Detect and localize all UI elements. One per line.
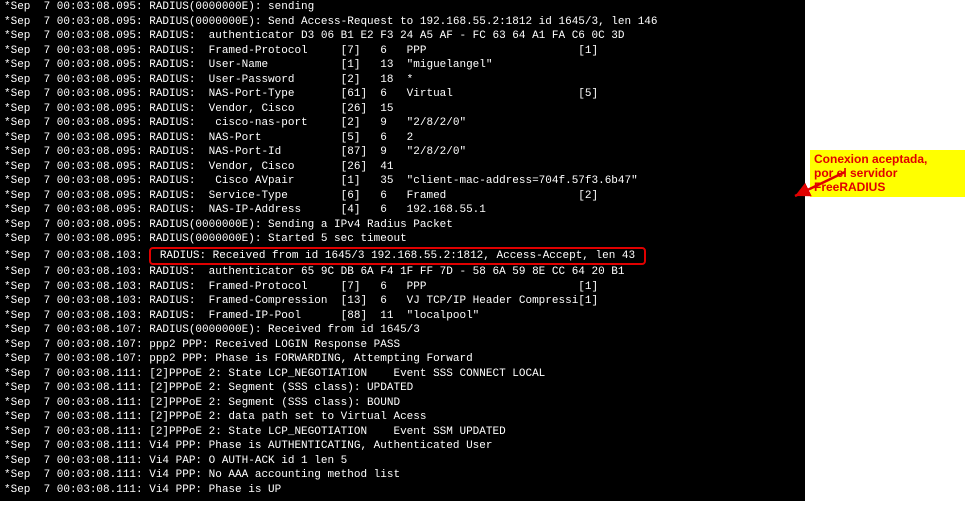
log-line: *Sep 7 00:03:08.095: RADIUS: User-Name [… <box>4 58 801 73</box>
log-line: *Sep 7 00:03:08.095: RADIUS: cisco-nas-p… <box>4 116 801 131</box>
terminal-output: *Sep 7 00:03:08.095: RADIUS(0000000E): s… <box>0 0 805 501</box>
log-line: *Sep 7 00:03:08.095: RADIUS(0000000E): s… <box>4 0 801 15</box>
log-line: *Sep 7 00:03:08.103: RADIUS: Framed-Comp… <box>4 294 801 309</box>
log-line: *Sep 7 00:03:08.095: RADIUS: Framed-Prot… <box>4 44 801 59</box>
log-line: *Sep 7 00:03:08.095: RADIUS: Service-Typ… <box>4 189 801 204</box>
log-line: *Sep 7 00:03:08.095: RADIUS: Vendor, Cis… <box>4 102 801 117</box>
callout-line1: Conexion aceptada, <box>814 152 927 166</box>
log-line: *Sep 7 00:03:08.103: RADIUS: authenticat… <box>4 265 801 280</box>
log-line: *Sep 7 00:03:08.095: RADIUS: NAS-Port-Id… <box>4 145 801 160</box>
log-line: *Sep 7 00:03:08.095: RADIUS: NAS-IP-Addr… <box>4 203 801 218</box>
log-line: *Sep 7 00:03:08.095: RADIUS: Vendor, Cis… <box>4 160 801 175</box>
log-line: *Sep 7 00:03:08.111: Vi4 PPP: Phase is A… <box>4 439 801 454</box>
log-line: *Sep 7 00:03:08.095: RADIUS: Cisco AVpai… <box>4 174 801 189</box>
log-line: *Sep 7 00:03:08.111: Vi4 PPP: Phase is U… <box>4 483 801 498</box>
log-line: *Sep 7 00:03:08.095: RADIUS(0000000E): S… <box>4 15 801 30</box>
log-line: *Sep 7 00:03:08.103: RADIUS: Received fr… <box>4 247 801 266</box>
log-line: *Sep 7 00:03:08.111: [2]PPPoE 2: Segment… <box>4 396 801 411</box>
log-line: *Sep 7 00:03:08.107: ppp2 PPP: Phase is … <box>4 352 801 367</box>
callout-line2: por el servidor FreeRADIUS <box>814 166 897 194</box>
log-line: *Sep 7 00:03:08.111: [2]PPPoE 2: State L… <box>4 367 801 382</box>
log-line: *Sep 7 00:03:08.111: [2]PPPoE 2: Segment… <box>4 381 801 396</box>
highlighted-log-line: RADIUS: Received from id 1645/3 192.168.… <box>149 247 645 266</box>
log-line: *Sep 7 00:03:08.103: RADIUS: Framed-Prot… <box>4 280 801 295</box>
annotation-callout: Conexion aceptada, por el servidor FreeR… <box>810 150 965 197</box>
log-line: *Sep 7 00:03:08.103: RADIUS: Framed-IP-P… <box>4 309 801 324</box>
log-line: *Sep 7 00:03:08.095: RADIUS(0000000E): S… <box>4 232 801 247</box>
log-line: *Sep 7 00:03:08.111: Vi4 PPP: No AAA acc… <box>4 468 801 483</box>
log-line: *Sep 7 00:03:08.095: RADIUS: NAS-Port [5… <box>4 131 801 146</box>
log-line: *Sep 7 00:03:08.111: [2]PPPoE 2: data pa… <box>4 410 801 425</box>
screenshot-wrap: *Sep 7 00:03:08.095: RADIUS(0000000E): s… <box>0 0 965 512</box>
log-line: *Sep 7 00:03:08.107: RADIUS(0000000E): R… <box>4 323 801 338</box>
log-line: *Sep 7 00:03:08.095: RADIUS(0000000E): S… <box>4 218 801 233</box>
log-line: *Sep 7 00:03:08.095: RADIUS: authenticat… <box>4 29 801 44</box>
log-line: *Sep 7 00:03:08.095: RADIUS: User-Passwo… <box>4 73 801 88</box>
log-line: *Sep 7 00:03:08.095: RADIUS: NAS-Port-Ty… <box>4 87 801 102</box>
log-line: *Sep 7 00:03:08.111: [2]PPPoE 2: State L… <box>4 425 801 440</box>
log-line: *Sep 7 00:03:08.107: ppp2 PPP: Received … <box>4 338 801 353</box>
log-line: *Sep 7 00:03:08.111: Vi4 PAP: O AUTH-ACK… <box>4 454 801 469</box>
